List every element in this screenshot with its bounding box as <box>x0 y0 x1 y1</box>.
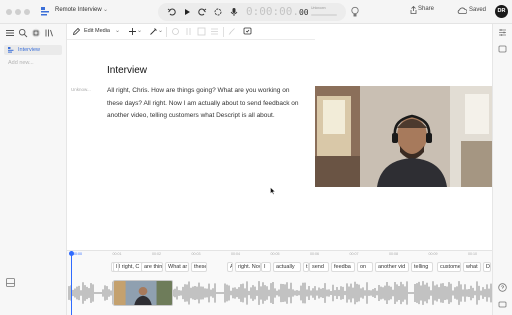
split-icon[interactable] <box>184 27 193 36</box>
ruler-tick-label: 00:08 <box>389 252 398 256</box>
add-icon[interactable] <box>128 27 137 36</box>
playhead-handle[interactable] <box>69 251 74 256</box>
ruler-tick-label: 00:01 <box>112 252 122 256</box>
transcript-paragraph[interactable]: All right, Chris. How are things going? … <box>107 85 307 123</box>
timecode-display: 0:00:00.00 <box>246 5 309 18</box>
toolbar-divider <box>166 27 167 37</box>
hide-icon[interactable] <box>171 27 180 36</box>
speaker-label: Unknown <box>311 6 326 10</box>
timeline-word[interactable]: on <box>357 262 373 272</box>
share-icon[interactable] <box>410 6 417 14</box>
saved-status: Saved <box>469 7 487 13</box>
minimize-window-button[interactable] <box>15 9 21 15</box>
ruler-tick-label: 00:09 <box>428 252 438 256</box>
rewind-icon[interactable] <box>167 7 177 17</box>
composition-title[interactable]: Interview <box>107 65 147 76</box>
draw-icon[interactable] <box>149 27 158 36</box>
timeline-word[interactable]: another vid <box>375 262 409 272</box>
timeline-word[interactable]: A <box>227 262 233 272</box>
timeline-word[interactable]: D <box>483 262 491 272</box>
comment-icon[interactable] <box>243 27 252 36</box>
ruler-tick-label: 00:02 <box>152 252 161 256</box>
help-icon[interactable] <box>498 283 507 292</box>
ruler-tick-label: 00:04 <box>231 252 240 256</box>
timeline-word[interactable]: II <box>113 262 119 272</box>
properties-rail <box>492 24 512 315</box>
transport-bar: 0:00:00.00 Unknown <box>158 3 346 21</box>
add-chevron-icon[interactable]: ⌄ <box>137 27 142 34</box>
timeline-word[interactable]: actually <box>273 262 301 272</box>
ruler-tick-label: 00:10 <box>468 252 477 256</box>
ruler-tick-label: 00:06 <box>310 252 319 256</box>
cloud-icon <box>457 7 467 14</box>
lightbulb-icon[interactable] <box>350 6 360 18</box>
timeline-word[interactable]: feedba <box>331 262 355 272</box>
toolbar-divider <box>223 27 224 37</box>
close-window-button[interactable] <box>6 9 12 15</box>
add-new-composition-button[interactable]: Add new... <box>8 60 34 66</box>
project-menu-chevron-icon[interactable]: ⌄ <box>103 6 108 13</box>
timeline-word[interactable]: send <box>309 262 329 272</box>
properties-icon[interactable] <box>498 28 507 37</box>
playhead[interactable] <box>71 251 72 315</box>
share-button[interactable]: Share <box>418 6 434 12</box>
edit-media-button[interactable]: Edit Media <box>84 28 110 34</box>
timeline-ruler[interactable]: 00:00 00:01 00:02 00:03 00:04 00:05 00:06 00:07… <box>67 251 492 259</box>
caption-icon[interactable] <box>197 27 206 36</box>
ruler-tick-label: 00:00 <box>73 252 82 256</box>
timeline-word[interactable]: What ar <box>165 262 189 272</box>
ruler-tick-label: 00:05 <box>270 252 280 256</box>
scene-icon[interactable] <box>210 27 219 36</box>
avatar[interactable]: DR <box>495 5 508 18</box>
pencil-icon[interactable] <box>72 27 81 36</box>
ruler-tick-label: 00:07 <box>349 252 359 256</box>
forward-icon[interactable] <box>197 7 207 17</box>
script-editor[interactable]: Interview Unknow... All right, Chris. Ho… <box>67 40 315 250</box>
title-bar: Remote Interview ⌄ 0:00:00.00 Unknown Sh… <box>0 0 512 24</box>
timeline-word[interactable]: custome <box>437 262 461 272</box>
timeline-word[interactable]: these <box>191 262 207 272</box>
timecode-main: 0:00:00. <box>246 5 299 18</box>
layout-toggle-icon[interactable] <box>6 278 15 287</box>
draw-chevron-icon[interactable]: ⌄ <box>158 27 163 34</box>
edit-media-chevron-icon[interactable]: ⌄ <box>115 27 120 34</box>
zoom-window-button[interactable] <box>24 9 30 15</box>
word-track[interactable]: All right, CIIare thingWhat artheseArigh… <box>67 262 492 273</box>
project-files-icon[interactable] <box>31 28 41 38</box>
project-title[interactable]: Remote Interview <box>55 7 102 13</box>
editor-toolbar: Edit Media ⌄ ⌄ ⌄ <box>67 24 315 40</box>
timecode-frames: 00 <box>298 8 309 17</box>
video-clip-thumbnail[interactable] <box>113 280 173 306</box>
timeline[interactable]: 00:00 00:01 00:02 00:03 00:04 00:05 00:06 00:07… <box>67 250 492 315</box>
search-icon[interactable] <box>18 28 28 38</box>
loop-icon[interactable] <box>213 7 223 17</box>
library-icon[interactable] <box>44 28 54 38</box>
volume-meter <box>311 14 337 16</box>
video-preview[interactable] <box>315 86 492 187</box>
sidebar-item-interview[interactable]: Interview <box>4 45 62 55</box>
sidebar: Interview Add new... <box>0 24 67 315</box>
menu-icon[interactable] <box>5 28 15 38</box>
speaker-label[interactable]: Unknow... <box>71 87 91 92</box>
comments-icon[interactable] <box>498 45 507 54</box>
timeline-word[interactable]: what <box>463 262 481 272</box>
timeline-word[interactable]: telling <box>411 262 433 272</box>
link-icon[interactable] <box>228 27 237 36</box>
ruler-tick-label: 00:03 <box>191 252 201 256</box>
timeline-word[interactable]: I <box>261 262 271 272</box>
composition-icon <box>8 47 14 53</box>
project-icon <box>41 7 49 16</box>
mouse-pointer-icon <box>270 187 276 195</box>
play-icon[interactable] <box>182 7 192 17</box>
timeline-word[interactable]: are thing <box>141 262 163 272</box>
sidebar-item-label: Interview <box>18 47 41 53</box>
timeline-toggle-icon[interactable] <box>498 300 507 309</box>
microphone-icon[interactable] <box>229 7 239 17</box>
timeline-word[interactable]: right. Nov <box>235 262 261 272</box>
